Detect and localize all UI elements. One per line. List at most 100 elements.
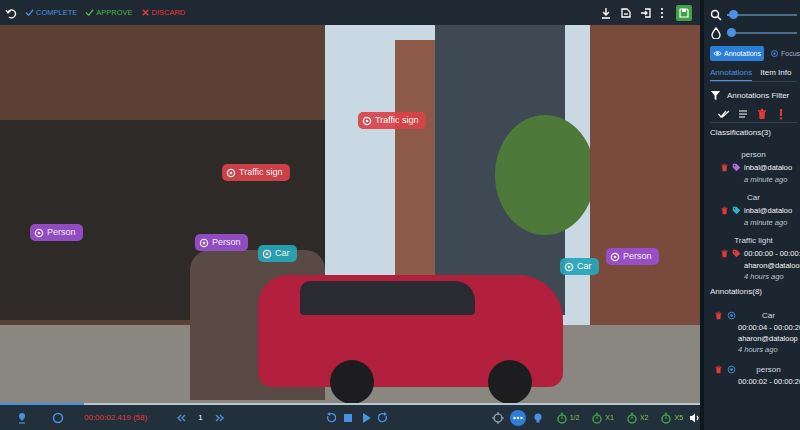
- eye-icon: [713, 49, 722, 58]
- download-icon[interactable]: [600, 7, 612, 19]
- stopwatch-icon: [660, 412, 672, 424]
- drop-icon: [710, 27, 722, 39]
- speed-option[interactable]: 1/2: [556, 412, 580, 424]
- stopwatch-icon: [556, 412, 568, 424]
- annotations-title: Annotations(8): [710, 282, 797, 301]
- discard-button[interactable]: DISCARD: [141, 8, 186, 17]
- trash-icon[interactable]: [720, 249, 729, 258]
- undo-icon[interactable]: [5, 7, 17, 19]
- building: [590, 25, 700, 345]
- view-tabs: AnnotationsFocus: [710, 46, 797, 61]
- speed-option[interactable]: X1: [591, 412, 614, 424]
- slider[interactable]: [727, 14, 797, 16]
- annotation-label[interactable]: Person: [30, 224, 83, 241]
- label-icon: [362, 116, 372, 126]
- label-icon: [564, 262, 574, 272]
- previous-frame-icon[interactable]: [175, 412, 187, 424]
- label-icon: [34, 228, 44, 238]
- classification-item[interactable]: personinbal@datalooa minute ago: [710, 149, 797, 185]
- view-tab[interactable]: Focus: [767, 46, 800, 61]
- stopwatch-icon: [591, 412, 603, 424]
- trash-icon[interactable]: [720, 163, 729, 172]
- stop-icon[interactable]: [342, 412, 354, 424]
- main-area: COMPLETEAPPROVEDISCARDTraffic signTraffi…: [0, 0, 700, 430]
- speed-option[interactable]: X5: [660, 412, 683, 424]
- label-icon: [199, 238, 209, 248]
- visibility-icon[interactable]: [727, 365, 736, 374]
- annotation-label[interactable]: Car: [258, 245, 297, 262]
- slider-row: [710, 24, 797, 42]
- bulk-actions: [710, 106, 797, 123]
- label-icon: [262, 249, 272, 259]
- annotation-item[interactable]: person00:00:02 - 00:00:20: [710, 363, 797, 387]
- tag-icon: [732, 163, 741, 172]
- car-window: [300, 281, 475, 315]
- annotation-item[interactable]: Car00:00:04 - 00:00:20aharon@dataloop4 h…: [710, 309, 797, 355]
- side-panel: AnnotationsFocusAnnotationsItem InfoAnno…: [700, 0, 800, 430]
- wheel: [330, 360, 374, 403]
- top-toolbar: COMPLETE APPROVE DISCARD: [0, 0, 700, 25]
- timecode: 00:00:02.419 (58): [84, 413, 147, 422]
- pin-icon[interactable]: [16, 412, 28, 424]
- play-icon[interactable]: [360, 412, 372, 424]
- export-icon[interactable]: [620, 7, 632, 19]
- trash-icon[interactable]: [756, 108, 768, 120]
- panel-tab[interactable]: Annotations: [710, 65, 752, 81]
- trash-icon[interactable]: [714, 365, 723, 374]
- visibility-icon[interactable]: [727, 311, 736, 320]
- classification-item[interactable]: Traffic light00:00:00 - 00:00:20aharon@d…: [710, 235, 797, 282]
- classification-item[interactable]: Carinbal@datalooa minute ago: [710, 192, 797, 228]
- forward-icon[interactable]: [378, 412, 390, 424]
- timeline-fill: [0, 403, 84, 405]
- timeline[interactable]: [0, 403, 700, 405]
- save-button[interactable]: [676, 5, 692, 21]
- player-controls: 00:00:02.419 (58) 1 1/2 X1 X2 X5: [0, 403, 700, 430]
- loop-icon[interactable]: [52, 412, 64, 424]
- save-icon: [678, 7, 690, 19]
- options-icon[interactable]: [510, 410, 526, 426]
- classifications-title: Classifications(3): [710, 123, 797, 142]
- annotation-label[interactable]: Person: [606, 248, 659, 265]
- double-check-icon[interactable]: [718, 108, 730, 120]
- label-icon: [226, 168, 236, 178]
- tree: [495, 115, 595, 235]
- exit-icon[interactable]: [640, 7, 652, 19]
- approve-button[interactable]: APPROVE: [85, 8, 132, 17]
- warning-icon[interactable]: [775, 108, 787, 120]
- annotation-studio: COMPLETEAPPROVEDISCARDTraffic signTraffi…: [0, 0, 800, 430]
- crosshair-icon[interactable]: [492, 412, 504, 424]
- trash-icon[interactable]: [714, 311, 723, 320]
- speed-option[interactable]: X2: [626, 412, 649, 424]
- cross-icon: [141, 8, 150, 17]
- wheel: [488, 360, 532, 403]
- annotation-label[interactable]: Person: [195, 234, 248, 251]
- video-frame[interactable]: Traffic sign Traffic sign Person Person Car C…: [0, 25, 700, 403]
- rewind-icon[interactable]: [324, 412, 336, 424]
- annotation-label[interactable]: Traffic sign: [222, 164, 290, 181]
- slider-thumb[interactable]: [729, 10, 738, 19]
- trash-icon[interactable]: [720, 206, 729, 215]
- list-icon[interactable]: [737, 108, 749, 120]
- building: [395, 40, 435, 300]
- more-icon[interactable]: [660, 7, 664, 19]
- search-icon: [710, 9, 722, 21]
- annotations-filter[interactable]: Annotations Filter: [710, 84, 797, 106]
- filter-icon: [710, 90, 721, 101]
- focus-icon: [770, 49, 779, 58]
- panel-tab[interactable]: Item Info: [760, 65, 791, 81]
- view-tab[interactable]: Annotations: [710, 46, 764, 61]
- annotation-label[interactable]: Traffic sign: [358, 112, 426, 129]
- slider-thumb[interactable]: [727, 28, 736, 37]
- next-frame-icon[interactable]: [214, 412, 226, 424]
- stopwatch-icon: [626, 412, 638, 424]
- frame-number[interactable]: 1: [193, 413, 207, 422]
- complete-button[interactable]: COMPLETE: [25, 8, 77, 17]
- tag-icon: [732, 206, 741, 215]
- annotation-label[interactable]: Car: [560, 258, 599, 275]
- slider-row: [710, 6, 797, 24]
- lightbulb-icon[interactable]: [532, 412, 544, 424]
- label-icon: [610, 252, 620, 262]
- slider[interactable]: [727, 32, 797, 34]
- panel-tabs: Annotations Item Info: [710, 65, 797, 82]
- check-icon: [85, 8, 94, 17]
